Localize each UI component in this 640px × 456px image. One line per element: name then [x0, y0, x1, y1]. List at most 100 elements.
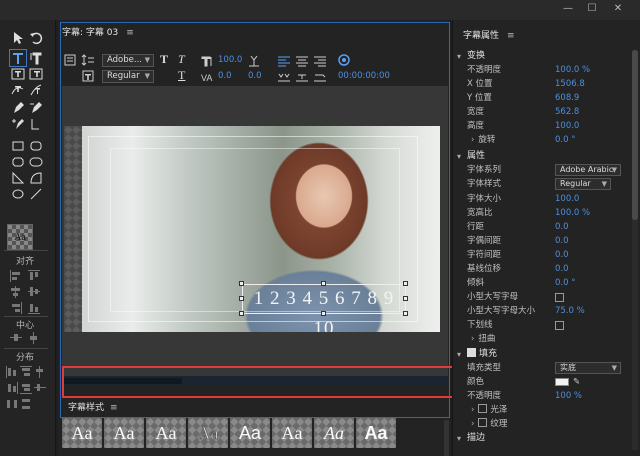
style-swatch[interactable]: Aa: [104, 418, 144, 448]
vertical-type-tool-icon[interactable]: [28, 50, 44, 66]
clipped-rectangle-tool-icon[interactable]: [10, 154, 26, 170]
distribute-left-icon[interactable]: [6, 366, 18, 378]
line-tool-icon[interactable]: [28, 186, 44, 202]
distribute-middle-icon[interactable]: [34, 382, 46, 394]
resize-handle[interactable]: [239, 281, 244, 286]
small-caps-checkbox[interactable]: [555, 293, 564, 302]
stroke-group-header[interactable]: ▾ 描边: [453, 432, 640, 445]
rounded-rectangle-tool-icon[interactable]: [28, 138, 44, 154]
distribute-center-icon[interactable]: [34, 366, 46, 378]
resize-handle[interactable]: [239, 296, 244, 301]
panel-menu-icon[interactable]: ≡: [507, 31, 515, 41]
align-left-icon[interactable]: [10, 270, 22, 282]
align-bottom-icon[interactable]: [28, 302, 40, 314]
rotate-tool-icon[interactable]: [28, 30, 44, 46]
styles-scrollbar[interactable]: [444, 420, 449, 456]
maximize-icon[interactable]: ☐: [584, 2, 600, 16]
style-swatch[interactable]: Aa: [188, 418, 228, 448]
align-center-vertical-icon[interactable]: [28, 286, 40, 298]
attributes-group-header[interactable]: ▾ 属性: [453, 150, 640, 163]
close-icon[interactable]: ✕: [610, 2, 626, 16]
italic-button[interactable]: T: [178, 52, 185, 67]
chevron-right-icon[interactable]: ›: [471, 135, 474, 145]
show-background-video-icon[interactable]: [336, 52, 352, 68]
templates-icon[interactable]: [80, 68, 96, 84]
distribute-horizontal-space-icon[interactable]: [6, 398, 18, 410]
tab-stops-right-icon[interactable]: [312, 69, 328, 85]
center-horizontal-icon[interactable]: [10, 332, 22, 344]
area-type-tool-icon[interactable]: [10, 66, 26, 82]
arc-tool-icon[interactable]: [28, 170, 44, 186]
style-swatch[interactable]: Aa: [314, 418, 354, 448]
rectangle-tool-icon[interactable]: [10, 138, 26, 154]
font-style-select[interactable]: Regular ▼: [555, 178, 611, 190]
texture-checkbox[interactable]: [478, 418, 488, 427]
properties-scrollbar[interactable]: [632, 50, 638, 450]
align-top-icon[interactable]: [28, 270, 40, 282]
current-style-swatch[interactable]: Aa: [7, 224, 33, 250]
fill-group-header[interactable]: ▾ 填充: [453, 348, 640, 361]
center-vertical-icon[interactable]: [28, 332, 40, 344]
distribute-right-icon[interactable]: [6, 382, 18, 394]
subtitle-text[interactable]: 1 2 3 4 5 6 7 8 9 10: [242, 284, 406, 332]
new-caption-icon[interactable]: [62, 52, 78, 68]
fill-type-select[interactable]: 实底 ▼: [555, 362, 621, 374]
wedge-tool-icon[interactable]: [10, 170, 26, 186]
chevron-right-icon[interactable]: ›: [471, 405, 474, 415]
font-size-value[interactable]: 100.0: [218, 55, 242, 65]
panel-menu-icon[interactable]: ≡: [126, 28, 134, 38]
panel-menu-icon[interactable]: ≡: [110, 403, 118, 413]
style-swatch[interactable]: Aa: [272, 418, 312, 448]
type-tool-icon[interactable]: [9, 49, 27, 67]
distribute-vertical-space-icon[interactable]: [20, 398, 32, 410]
resize-handle[interactable]: [239, 311, 244, 316]
underline-button[interactable]: T: [178, 68, 185, 83]
vertical-path-type-tool-icon[interactable]: [28, 82, 44, 98]
align-center-horizontal-icon[interactable]: [10, 286, 22, 298]
delete-anchor-tool-icon[interactable]: [28, 100, 44, 116]
vertical-area-type-tool-icon[interactable]: [28, 66, 44, 82]
path-type-tool-icon[interactable]: [10, 82, 26, 98]
resize-handle[interactable]: [321, 281, 326, 286]
font-style-select[interactable]: Regular ▼: [102, 70, 154, 83]
convert-anchor-tool-icon[interactable]: [28, 116, 44, 132]
resize-handle[interactable]: [403, 296, 408, 301]
font-family-select[interactable]: Adobe Arabic ▼: [555, 164, 621, 176]
rounded-corner-rectangle-tool-icon[interactable]: [28, 154, 44, 170]
ellipse-tool-icon[interactable]: [10, 186, 26, 202]
fill-color-swatch[interactable]: [555, 378, 569, 386]
style-swatch[interactable]: Aa: [230, 418, 270, 448]
leading-value[interactable]: 0.0: [248, 71, 262, 81]
distribute-bottom-icon[interactable]: [20, 382, 32, 394]
tab-stops-icon[interactable]: [276, 69, 292, 85]
scrollbar-thumb[interactable]: [632, 50, 638, 220]
caption-tab[interactable]: 字幕: 字幕 03 ≡: [62, 22, 134, 44]
bold-button[interactable]: T: [160, 52, 168, 67]
selection-tool-icon[interactable]: [10, 30, 26, 46]
pen-tool-icon[interactable]: [10, 100, 26, 116]
transform-group-header[interactable]: ▾ 变换: [453, 50, 640, 63]
caption-styles-tab[interactable]: 字幕样式 ≡: [68, 400, 118, 413]
timecode[interactable]: 00:00:00:00: [338, 71, 390, 81]
minimize-icon[interactable]: —: [560, 2, 576, 16]
font-family-select[interactable]: Adobe... ▼: [102, 54, 154, 67]
tab-stops-center-icon[interactable]: [294, 69, 310, 85]
add-anchor-tool-icon[interactable]: [10, 116, 26, 132]
sheen-checkbox[interactable]: [478, 404, 488, 413]
eyedropper-icon[interactable]: ✎: [573, 376, 580, 389]
style-swatch[interactable]: Aa: [62, 418, 102, 448]
resize-handle[interactable]: [403, 311, 408, 316]
style-swatch[interactable]: Aa: [146, 418, 186, 448]
kerning-value[interactable]: 0.0: [218, 71, 232, 81]
align-center-text-icon[interactable]: [294, 53, 310, 69]
caption-canvas[interactable]: 1 2 3 4 5 6 7 8 9 10: [62, 86, 448, 376]
fill-checkbox[interactable]: [467, 348, 476, 357]
style-swatch[interactable]: Aa: [356, 418, 396, 448]
align-left-text-icon[interactable]: [276, 53, 292, 69]
resize-handle[interactable]: [403, 281, 408, 286]
roll-crawl-options-icon[interactable]: [80, 52, 96, 68]
align-right-text-icon[interactable]: [312, 53, 328, 69]
resize-handle[interactable]: [321, 311, 326, 316]
align-right-icon[interactable]: [10, 302, 22, 314]
chevron-right-icon[interactable]: ›: [471, 419, 474, 429]
